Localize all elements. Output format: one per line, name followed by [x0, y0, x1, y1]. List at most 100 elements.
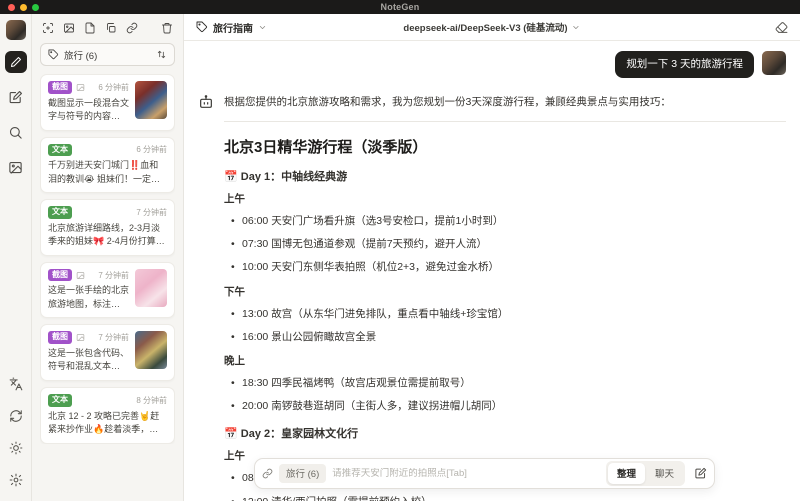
- organize-mode-button[interactable]: 整理: [607, 463, 645, 484]
- record-card[interactable]: 截图 7 分钟前 这是一张手绘的北京旅游地图，标注了景点、交通方式和门票价格，如…: [40, 261, 175, 319]
- record-type-badge: 文本: [48, 143, 72, 157]
- record-time: 6 分钟前: [98, 82, 129, 92]
- eraser-icon: [775, 21, 788, 34]
- itinerary-part-label: 晚上: [224, 355, 245, 368]
- itinerary-item: 10:00 天安门东侧华表拍照（机位2+3，避免过金水桥）: [231, 260, 786, 275]
- record-time: 6 分钟前: [136, 145, 167, 155]
- settings-button[interactable]: [5, 469, 27, 491]
- records-panel: 旅行 (6) 截图 6 分钟前 截图显示一段混合文字与符号的内容，包含多行无序排…: [32, 14, 184, 501]
- write-mode-button[interactable]: [5, 86, 27, 108]
- record-card[interactable]: 文本 8 分钟前 北京 12 - 2 攻略已完善🤘赶紧来抄作业🔥趁着淡季，快把北…: [40, 386, 175, 444]
- translate-icon: [9, 377, 23, 391]
- clipboard-icon[interactable]: [105, 22, 117, 34]
- search-button[interactable]: [5, 121, 27, 143]
- model-label: deepseek-ai/DeepSeek-V3 (硅基流动): [403, 23, 568, 34]
- link-icon[interactable]: [126, 22, 138, 34]
- record-mode-button[interactable]: [4, 51, 27, 73]
- itinerary-day-heading: 📅 Day 1：中轴线经典游: [224, 170, 348, 183]
- record-type-badge: 截图: [48, 81, 72, 94]
- tag-filter-dropdown[interactable]: 旅行 (6): [40, 43, 175, 66]
- itinerary-part-label: 上午: [224, 192, 245, 205]
- record-thumbnail: [135, 81, 167, 119]
- model-selector[interactable]: deepseek-ai/DeepSeek-V3 (硅基流动): [403, 20, 580, 34]
- record-type-badge: 文本: [48, 393, 72, 407]
- user-message-row: 规划一下 3 天的旅游行程: [198, 51, 786, 78]
- trash-icon[interactable]: [161, 22, 173, 34]
- mode-segmented-control: 整理 聊天: [605, 461, 685, 486]
- record-text: 这是一张包含代码、符号和混乱文本的截图，内容难以辨识，似乎涉及技术...: [48, 347, 129, 372]
- chat-area: 旅行指南 deepseek-ai/DeepSeek-V3 (硅基流动) 规划一下…: [184, 14, 800, 501]
- sync-button[interactable]: [5, 405, 27, 427]
- image-icon: [8, 160, 23, 175]
- file-icon[interactable]: [84, 22, 96, 34]
- minimize-window-button[interactable]: [20, 4, 27, 11]
- record-card[interactable]: 截图 7 分钟前 这是一张包含代码、符号和混乱文本的截图，内容难以辨识，似乎涉及…: [40, 324, 175, 381]
- gear-icon: [9, 473, 23, 487]
- record-type-badge: 截图: [48, 268, 72, 282]
- note-title: 旅行指南: [213, 23, 253, 35]
- record-card[interactable]: 截图 6 分钟前 截图显示一段混合文字与符号的内容，包含多行无序排列的字母、数字…: [40, 74, 175, 131]
- attachment-image-icon: [76, 83, 85, 92]
- record-type-badge: 文本: [48, 206, 72, 219]
- bot-icon: [198, 94, 214, 110]
- context-tag-chip[interactable]: 旅行 (6): [279, 464, 327, 483]
- note-selector[interactable]: 旅行指南: [196, 20, 267, 35]
- screenshot-capture-icon[interactable]: [42, 22, 54, 34]
- user-message-avatar: [762, 51, 786, 75]
- record-text: 千万别进天安门城门‼️血和泪的教训😭 姐妹们！一定要听劝哦❗ 除非是预约了参观天…: [48, 160, 161, 184]
- itinerary-part-label: 下午: [224, 285, 245, 298]
- records-toolbar: [32, 14, 183, 36]
- itinerary-item: 07:30 国博无包通道参观（提前7天预约，避开人流）: [231, 237, 786, 252]
- itinerary-item: 06:00 天安门广场看升旗（选3号安检口，提前1小时到）: [231, 214, 786, 229]
- attachment-image-icon: [76, 271, 85, 280]
- app-title: NoteGen: [380, 2, 420, 12]
- link-context-icon: [262, 468, 273, 479]
- attachment-image-icon: [76, 333, 85, 342]
- pen-icon: [10, 56, 22, 68]
- itinerary-item: 16:00 景山公园俯瞰故宫全景: [231, 330, 786, 345]
- user-message-bubble: 规划一下 3 天的旅游行程: [615, 51, 754, 78]
- record-time: 8 分钟前: [136, 395, 167, 405]
- record-card[interactable]: 文本 6 分钟前 千万别进天安门城门‼️血和泪的教训😭 姐妹们！一定要听劝哦❗ …: [40, 136, 175, 194]
- tag-filter-label: 旅行 (6): [64, 50, 98, 62]
- chat-messages: 规划一下 3 天的旅游行程 根据您提供的北京旅游攻略和需求，我为您规划一份3天深…: [184, 41, 800, 501]
- record-list: 截图 6 分钟前 截图显示一段混合文字与符号的内容，包含多行无序排列的字母、数字…: [40, 74, 175, 444]
- record-time: 7 分钟前: [98, 270, 129, 280]
- itinerary-item: 12:00 清华/西门拍照（需提前预约入校）: [231, 495, 786, 501]
- record-text: 北京旅游详细路线，2-3月淡季来的姐妹🎀 2-4月份打算来北京玩的宝子 不用再翻…: [48, 222, 165, 247]
- search-icon: [8, 125, 23, 140]
- user-avatar[interactable]: [5, 20, 26, 40]
- square-pen-icon: [8, 90, 23, 105]
- gallery-button[interactable]: [5, 156, 27, 178]
- zoom-window-button[interactable]: [32, 4, 39, 11]
- tag-icon: [48, 49, 59, 60]
- insert-image-icon[interactable]: [63, 22, 75, 34]
- sync-icon: [9, 409, 23, 423]
- close-window-button[interactable]: [8, 4, 15, 11]
- record-text: 截图显示一段混合文字与符号的内容，包含多行无序排列的字母、数字和符...: [48, 97, 129, 122]
- itinerary-item: 20:00 南锣鼓巷逛胡同（主街人多，建议拐进帽儿胡同）: [231, 399, 786, 414]
- chat-mode-button[interactable]: 聊天: [646, 463, 683, 484]
- record-time: 7 分钟前: [98, 333, 129, 343]
- chat-header: 旅行指南 deepseek-ai/DeepSeek-V3 (硅基流动): [184, 14, 800, 41]
- record-time: 7 分钟前: [136, 207, 167, 217]
- record-text: 北京 12 - 2 攻略已完善🤘赶紧来抄作业🔥趁着淡季，快把北京旅游攻略重新整理…: [48, 410, 160, 435]
- record-thumbnail: [135, 268, 167, 307]
- record-type-badge: 截图: [48, 331, 72, 344]
- assistant-message-row: 根据您提供的北京旅游攻略和需求，我为您规划一份3天深度游行程，兼顾经典景点与实用…: [198, 93, 786, 110]
- theme-toggle-button[interactable]: [5, 437, 27, 459]
- message-input[interactable]: [332, 468, 600, 479]
- assistant-markdown: 北京3日精华游行程（淡季版） 📅 Day 1：中轴线经典游 上午 06:00 天…: [224, 120, 786, 501]
- record-card[interactable]: 文本 7 分钟前 北京旅游详细路线，2-3月淡季来的姐妹🎀 2-4月份打算来北京…: [40, 199, 175, 256]
- chevron-down-icon: [258, 23, 267, 32]
- itinerary-title: 北京3日精华游行程（淡季版）: [224, 138, 428, 156]
- record-thumbnail: [135, 331, 167, 370]
- send-button[interactable]: [694, 467, 707, 480]
- send-pen-icon: [694, 467, 707, 480]
- itinerary-item: 13:00 故宫（从东华门进免排队，重点看中轴线+珍宝馆）: [231, 307, 786, 322]
- language-button[interactable]: [5, 373, 27, 395]
- titlebar: NoteGen: [0, 0, 800, 14]
- sun-icon: [9, 441, 23, 455]
- sort-icon[interactable]: [156, 49, 167, 60]
- clear-chat-button[interactable]: [775, 21, 788, 34]
